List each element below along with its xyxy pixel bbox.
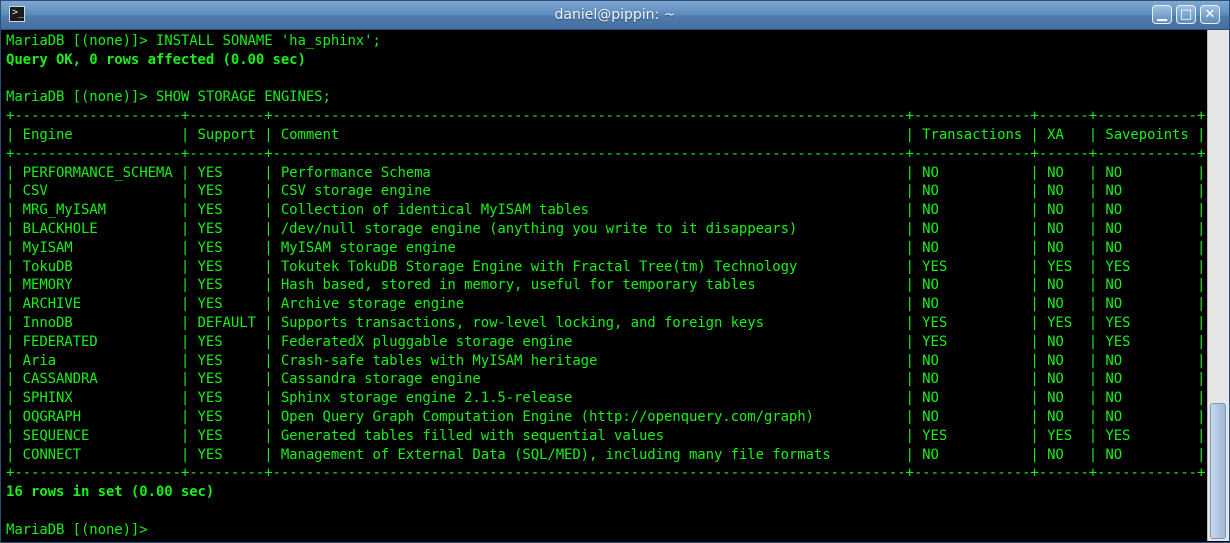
table-row: | Aria | YES | Crash-safe tables with My…	[6, 352, 1206, 369]
window-title: daniel@pippin: ~	[554, 7, 676, 23]
title-bar[interactable]: >_ daniel@pippin: ~ ▁ □ ✕	[1, 1, 1229, 30]
minimize-button[interactable]: ▁	[1152, 5, 1172, 24]
output-line: +--------------------+---------+--------…	[6, 465, 1206, 482]
terminal-output[interactable]: MariaDB [(none)]> INSTALL SONAME 'ha_sph…	[1, 30, 1207, 541]
table-row: | TokuDB | YES | Tokutek TokuDB Storage …	[6, 258, 1206, 275]
maximize-button[interactable]: □	[1176, 5, 1196, 24]
table-row: | FEDERATED | YES | FederatedX pluggable…	[6, 333, 1206, 350]
table-row: | OQGRAPH | YES | Open Query Graph Compu…	[6, 408, 1206, 425]
table-row: | InnoDB | DEFAULT | Supports transactio…	[6, 314, 1206, 331]
prompt-line: MariaDB [(none)]>	[6, 521, 156, 538]
vertical-scrollbar[interactable]	[1207, 30, 1229, 541]
prompt-line: MariaDB [(none)]> INSTALL SONAME 'ha_sph…	[6, 33, 381, 49]
table-row: | MyISAM | YES | MyISAM storage engine |…	[6, 239, 1206, 256]
table-row: | ARCHIVE | YES | Archive storage engine…	[6, 296, 1206, 313]
output-line: 16 rows in set (0.00 sec)	[6, 484, 215, 501]
scrollbar-thumb[interactable]	[1210, 403, 1226, 539]
table-row: | CONNECT | YES | Management of External…	[6, 446, 1206, 463]
table-row: | MEMORY | YES | Hash based, stored in m…	[6, 277, 1206, 294]
output-line: Query OK, 0 rows affected (0.00 sec)	[6, 51, 306, 68]
terminal-window: >_ daniel@pippin: ~ ▁ □ ✕ MariaDB [(none…	[0, 0, 1230, 543]
prompt-line: MariaDB [(none)]> SHOW STORAGE ENGINES;	[6, 89, 331, 106]
table-row: | Engine | Support | Comment | Transacti…	[6, 126, 1206, 143]
table-row: | BLACKHOLE | YES | /dev/null storage en…	[6, 220, 1206, 237]
output-line: +--------------------+---------+--------…	[6, 145, 1206, 162]
close-button[interactable]: ✕	[1200, 5, 1220, 24]
table-row: | SPHINX | YES | Sphinx storage engine 2…	[6, 390, 1206, 407]
table-row: | SEQUENCE | YES | Generated tables fill…	[6, 427, 1206, 444]
table-row: | PERFORMANCE_SCHEMA | YES | Performance…	[6, 164, 1206, 181]
table-row: | MRG_MyISAM | YES | Collection of ident…	[6, 202, 1206, 219]
table-row: | CSV | YES | CSV storage engine | NO | …	[6, 183, 1206, 200]
terminal-text: MariaDB [(none)]> INSTALL SONAME 'ha_sph…	[1, 30, 1207, 540]
table-row: | CASSANDRA | YES | Cassandra storage en…	[6, 371, 1206, 388]
output-line: +--------------------+---------+--------…	[6, 108, 1206, 125]
